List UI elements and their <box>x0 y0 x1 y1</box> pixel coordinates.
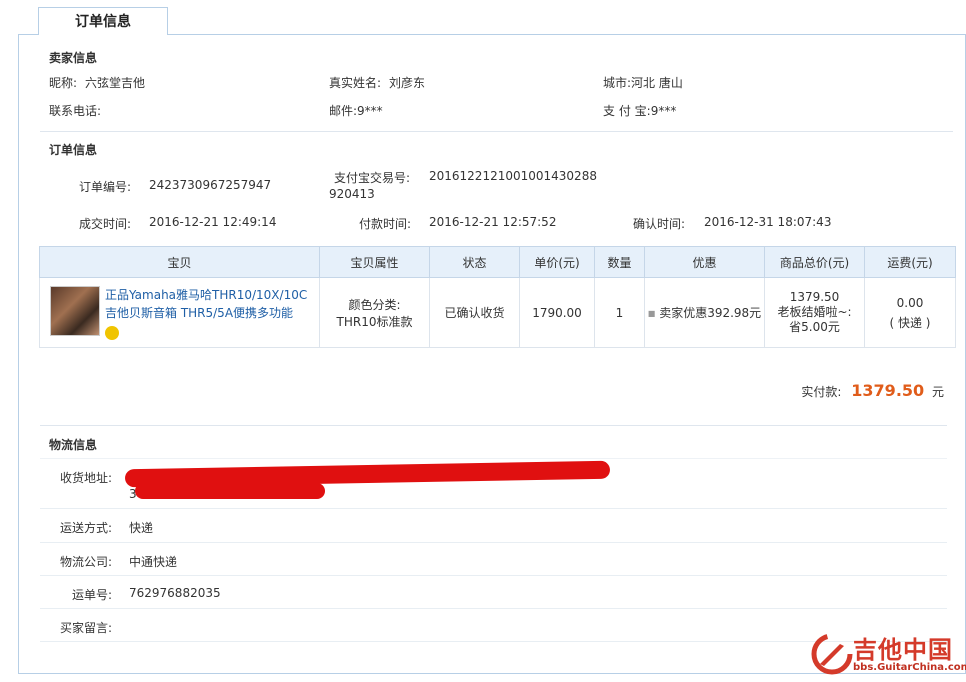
seller-nickname: 昵称: 六弦堂吉他 <box>49 74 145 91</box>
tab-order-info[interactable]: 订单信息 <box>38 7 168 35</box>
section-divider <box>40 425 947 426</box>
item-price: 1790.00 <box>519 277 595 348</box>
section-divider <box>40 131 953 132</box>
item-qty: 1 <box>594 277 645 348</box>
method-value: 快递 <box>129 521 154 535</box>
seller-realname: 真实姓名: 刘彦东 <box>329 74 425 91</box>
seller-email-value: 9*** <box>357 104 383 118</box>
tracking-value: 762976882035 <box>129 586 221 600</box>
seller-city-label: 城市: <box>603 76 632 90</box>
pay-time-value: 2016-12-21 12:57:52 <box>429 215 557 229</box>
deal-time-value: 2016-12-21 12:49:14 <box>149 215 277 229</box>
item-cell: 正品Yamaha雅马哈THR10/10X/10C 吉他贝斯音箱 THR5/5A便… <box>39 277 320 348</box>
col-header-total: 商品总价(元) <box>764 246 865 278</box>
method-label: 运送方式: <box>59 521 112 535</box>
col-header-attr: 宝贝属性 <box>319 246 430 278</box>
product-thumbnail[interactable] <box>50 286 100 336</box>
seller-city-value: 河北 唐山 <box>631 76 683 90</box>
product-title-line1[interactable]: 正品Yamaha雅马哈THR10/10X/10C <box>105 288 307 302</box>
logistics-section-title: 物流信息 <box>49 438 98 452</box>
seller-email-label: 邮件: <box>329 104 358 118</box>
watermark-name: 吉他中国 <box>853 636 953 664</box>
item-shipping-fee: 0.00 <box>896 295 924 310</box>
col-header-item: 宝贝 <box>39 246 320 278</box>
seller-alipay: 支 付 宝:9*** <box>603 102 676 119</box>
col-header-discount: 优惠 <box>644 246 765 278</box>
seller-section-title: 卖家信息 <box>49 51 98 65</box>
table-header-row: 宝贝 宝贝属性 状态 单价(元) 数量 优惠 商品总价(元) 运费(元) <box>39 246 956 278</box>
guitar-logo-icon <box>811 633 853 675</box>
col-header-price: 单价(元) <box>519 246 595 278</box>
tracking-label: 运单号: <box>71 588 112 602</box>
confirm-time-value: 2016-12-31 18:07:43 <box>704 215 832 229</box>
seller-phone-label: 联系电话: <box>49 104 102 118</box>
watermark-url: bbs.GuitarChina.com <box>853 662 966 673</box>
item-status: 已确认收货 <box>429 277 520 348</box>
alipay-trade-value-line1: 201612212100100143028​8 <box>429 169 597 183</box>
method-row: 运送方式: 快递 <box>40 509 947 543</box>
paid-label: 实付款: <box>801 385 842 399</box>
company-row: 物流公司: 中通快递 <box>40 543 947 576</box>
order-number-value: 2423730967257947 <box>149 178 272 192</box>
pay-time-label: 付款时间: <box>359 217 412 231</box>
confirm-time-label: 确认时间: <box>633 217 686 231</box>
paid-total: 实付款: 1379.50 元 <box>801 381 944 400</box>
message-label: 买家留言: <box>59 621 112 635</box>
alipay-trade-label: 支付宝交易号: <box>334 171 411 185</box>
company-label: 物流公司: <box>59 555 112 569</box>
item-attr-value: THR10标准款 <box>336 314 413 329</box>
paid-unit: 元 <box>931 385 944 399</box>
paid-amount: 1379.50 <box>851 381 925 400</box>
item-total: 1379.50 <box>789 290 840 304</box>
order-number-label: 订单编号: <box>79 180 132 194</box>
item-attr-label: 颜色分类: <box>348 297 401 312</box>
item-shipping-method: ( 快递 ) <box>889 315 931 330</box>
company-value: 中通快递 <box>129 555 178 569</box>
deal-time-label: 成交时间: <box>79 217 132 231</box>
seller-nickname-value: 六弦堂吉他 <box>85 76 146 90</box>
seller-phone: 联系电话: <box>49 102 101 119</box>
seller-nickname-label: 昵称: <box>49 76 78 90</box>
address-row: 收货地址: 3 <box>40 459 947 509</box>
seller-city: 城市:河北 唐山 <box>603 74 683 91</box>
item-total-cell: 1379.50 老板结婚啦~: 省5.00元 <box>764 277 865 348</box>
item-attr-cell: 颜色分类: THR10标准款 <box>319 277 430 348</box>
col-header-shipping: 运费(元) <box>864 246 956 278</box>
item-promo-saving: 省5.00元 <box>789 320 840 334</box>
item-promo-name: 老板结婚啦~: <box>777 305 852 319</box>
item-shipping-cell: 0.00 ( 快递 ) <box>864 277 956 348</box>
seller-email: 邮件:9*** <box>329 102 383 119</box>
address-redaction <box>135 483 325 499</box>
tracking-row: 运单号: 762976882035 <box>40 576 947 609</box>
alipay-trade-value-line2: 920413 <box>329 187 375 201</box>
order-items-table: 宝贝 宝贝属性 状态 单价(元) 数量 优惠 商品总价(元) 运费(元) 正品Y… <box>39 246 956 348</box>
seller-realname-value: 刘彦东 <box>389 76 426 90</box>
col-header-qty: 数量 <box>594 246 645 278</box>
seller-realname-label: 真实姓名: <box>329 76 382 90</box>
item-discount-cell: ■ 卖家优惠392.98元 <box>644 277 765 348</box>
col-header-status: 状态 <box>429 246 520 278</box>
seller-alipay-value: 9*** <box>650 104 677 118</box>
gift-icon <box>105 325 119 340</box>
bullet-icon: ■ <box>647 309 656 318</box>
seller-alipay-label: 支 付 宝: <box>603 104 651 118</box>
product-title-link[interactable]: 正品Yamaha雅马哈THR10/10X/10C 吉他贝斯音箱 THR5/5A便… <box>105 286 315 340</box>
product-title-line2[interactable]: 吉他贝斯音箱 THR5/5A便携多功能 <box>105 306 293 320</box>
address-label: 收货地址: <box>59 471 112 485</box>
item-discount: 卖家优惠392.98元 <box>659 306 762 320</box>
table-row: 正品Yamaha雅马哈THR10/10X/10C 吉他贝斯音箱 THR5/5A便… <box>39 277 956 348</box>
guitarchina-watermark: 吉他中国 bbs.GuitarChina.com <box>808 628 966 682</box>
order-section-title: 订单信息 <box>49 143 98 157</box>
